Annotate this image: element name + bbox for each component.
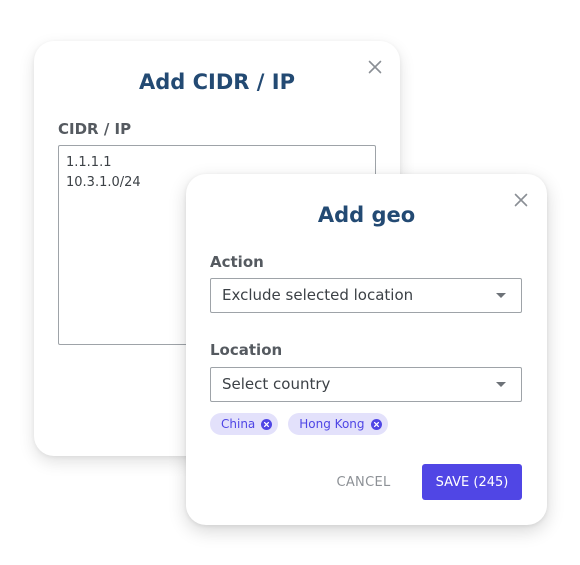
remove-chip-icon xyxy=(373,421,379,427)
location-chip-label: Hong Kong xyxy=(299,417,365,431)
location-chip: China xyxy=(210,413,279,435)
save-button[interactable]: SAVE (245) xyxy=(422,464,522,500)
chevron-down-icon xyxy=(496,293,506,298)
remove-chip-button[interactable] xyxy=(370,418,382,430)
add-geo-dialog: Add geo Action Exclude selected location… xyxy=(186,174,547,525)
location-select-placeholder: Select country xyxy=(222,375,331,393)
action-select[interactable]: Exclude selected location xyxy=(210,278,522,313)
stage: Add CIDR / IP CIDR / IP 1.1.1.1 10.3.1.0… xyxy=(0,0,580,565)
location-chip: Hong Kong xyxy=(288,413,388,435)
cidr-field-label: CIDR / IP xyxy=(58,120,132,138)
remove-chip-button[interactable] xyxy=(261,418,273,430)
action-select-value: Exclude selected location xyxy=(222,286,414,304)
chevron-down-icon xyxy=(496,382,506,387)
selected-locations: China Hong Kong xyxy=(210,413,388,435)
location-select[interactable]: Select country xyxy=(210,367,522,402)
action-label: Action xyxy=(210,253,264,271)
remove-chip-icon xyxy=(264,421,270,427)
geo-dialog-title: Add geo xyxy=(317,203,416,227)
location-label: Location xyxy=(210,341,283,359)
location-chip-label: China xyxy=(221,417,256,431)
cancel-button[interactable]: CANCEL xyxy=(326,464,401,500)
cidr-dialog-title: Add CIDR / IP xyxy=(139,70,295,94)
